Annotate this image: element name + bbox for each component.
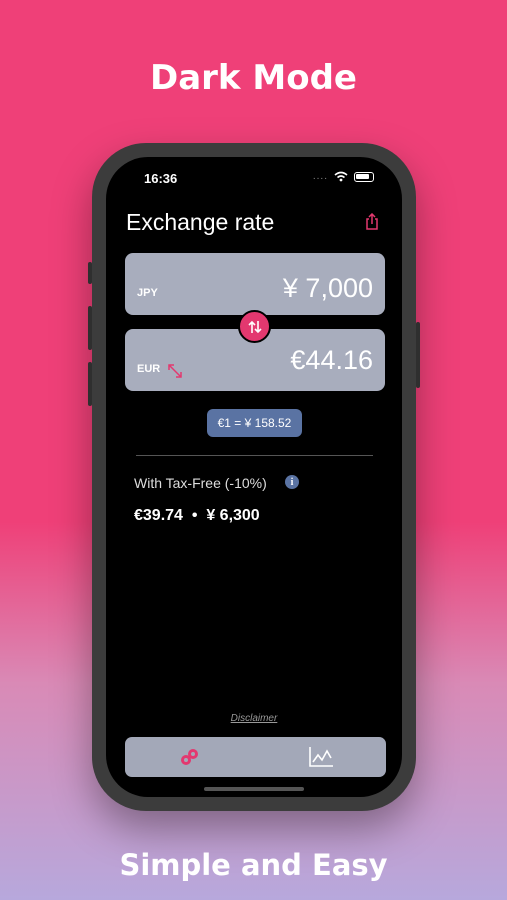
- notch: [211, 157, 297, 183]
- wifi-icon: [334, 171, 348, 182]
- tab-chart[interactable]: [256, 737, 386, 777]
- coins-icon: [181, 749, 198, 765]
- phone-volume-up: [88, 306, 92, 350]
- expand-arrows-icon[interactable]: [167, 363, 183, 379]
- from-amount[interactable]: ¥ 7,000: [283, 273, 373, 304]
- to-currency-code: EUR: [137, 363, 161, 375]
- phone-power-button: [416, 322, 420, 388]
- divider: [136, 455, 373, 456]
- tax-free-label: With Tax-Free (-10%): [134, 475, 267, 491]
- from-currency-card[interactable]: JPY ¥ 7,000: [125, 253, 385, 315]
- phone-silent-switch: [88, 262, 92, 284]
- home-indicator: [204, 787, 304, 791]
- status-icons: ....: [313, 171, 374, 182]
- tax-free-values: €39.74 • ¥ 6,300: [134, 507, 260, 524]
- promo-headline-bottom: Simple and Easy: [119, 848, 388, 882]
- page-title: Exchange rate: [126, 209, 275, 235]
- tab-converter[interactable]: [125, 737, 255, 777]
- promo-headline-top: Dark Mode: [150, 58, 357, 98]
- share-icon[interactable]: [364, 213, 380, 231]
- info-icon[interactable]: i: [285, 475, 299, 489]
- disclaimer-link[interactable]: Disclaimer: [106, 713, 402, 724]
- chart-icon: [309, 747, 333, 767]
- to-amount[interactable]: €44.16: [290, 345, 373, 376]
- exchange-rate-badge[interactable]: €1 = ¥ 158.52: [207, 409, 302, 437]
- swap-arrows-icon: [247, 320, 262, 333]
- phone-volume-down: [88, 362, 92, 406]
- signal-icon: ....: [312, 171, 328, 182]
- app-screen: 16:36 .... Exchange rate JPY ¥ 7,000 EUR…: [106, 157, 402, 797]
- from-currency-code: JPY: [137, 287, 158, 299]
- swap-button[interactable]: [238, 310, 271, 343]
- status-time: 16:36: [144, 171, 178, 186]
- tab-bar: [125, 737, 386, 777]
- battery-icon: [354, 171, 374, 182]
